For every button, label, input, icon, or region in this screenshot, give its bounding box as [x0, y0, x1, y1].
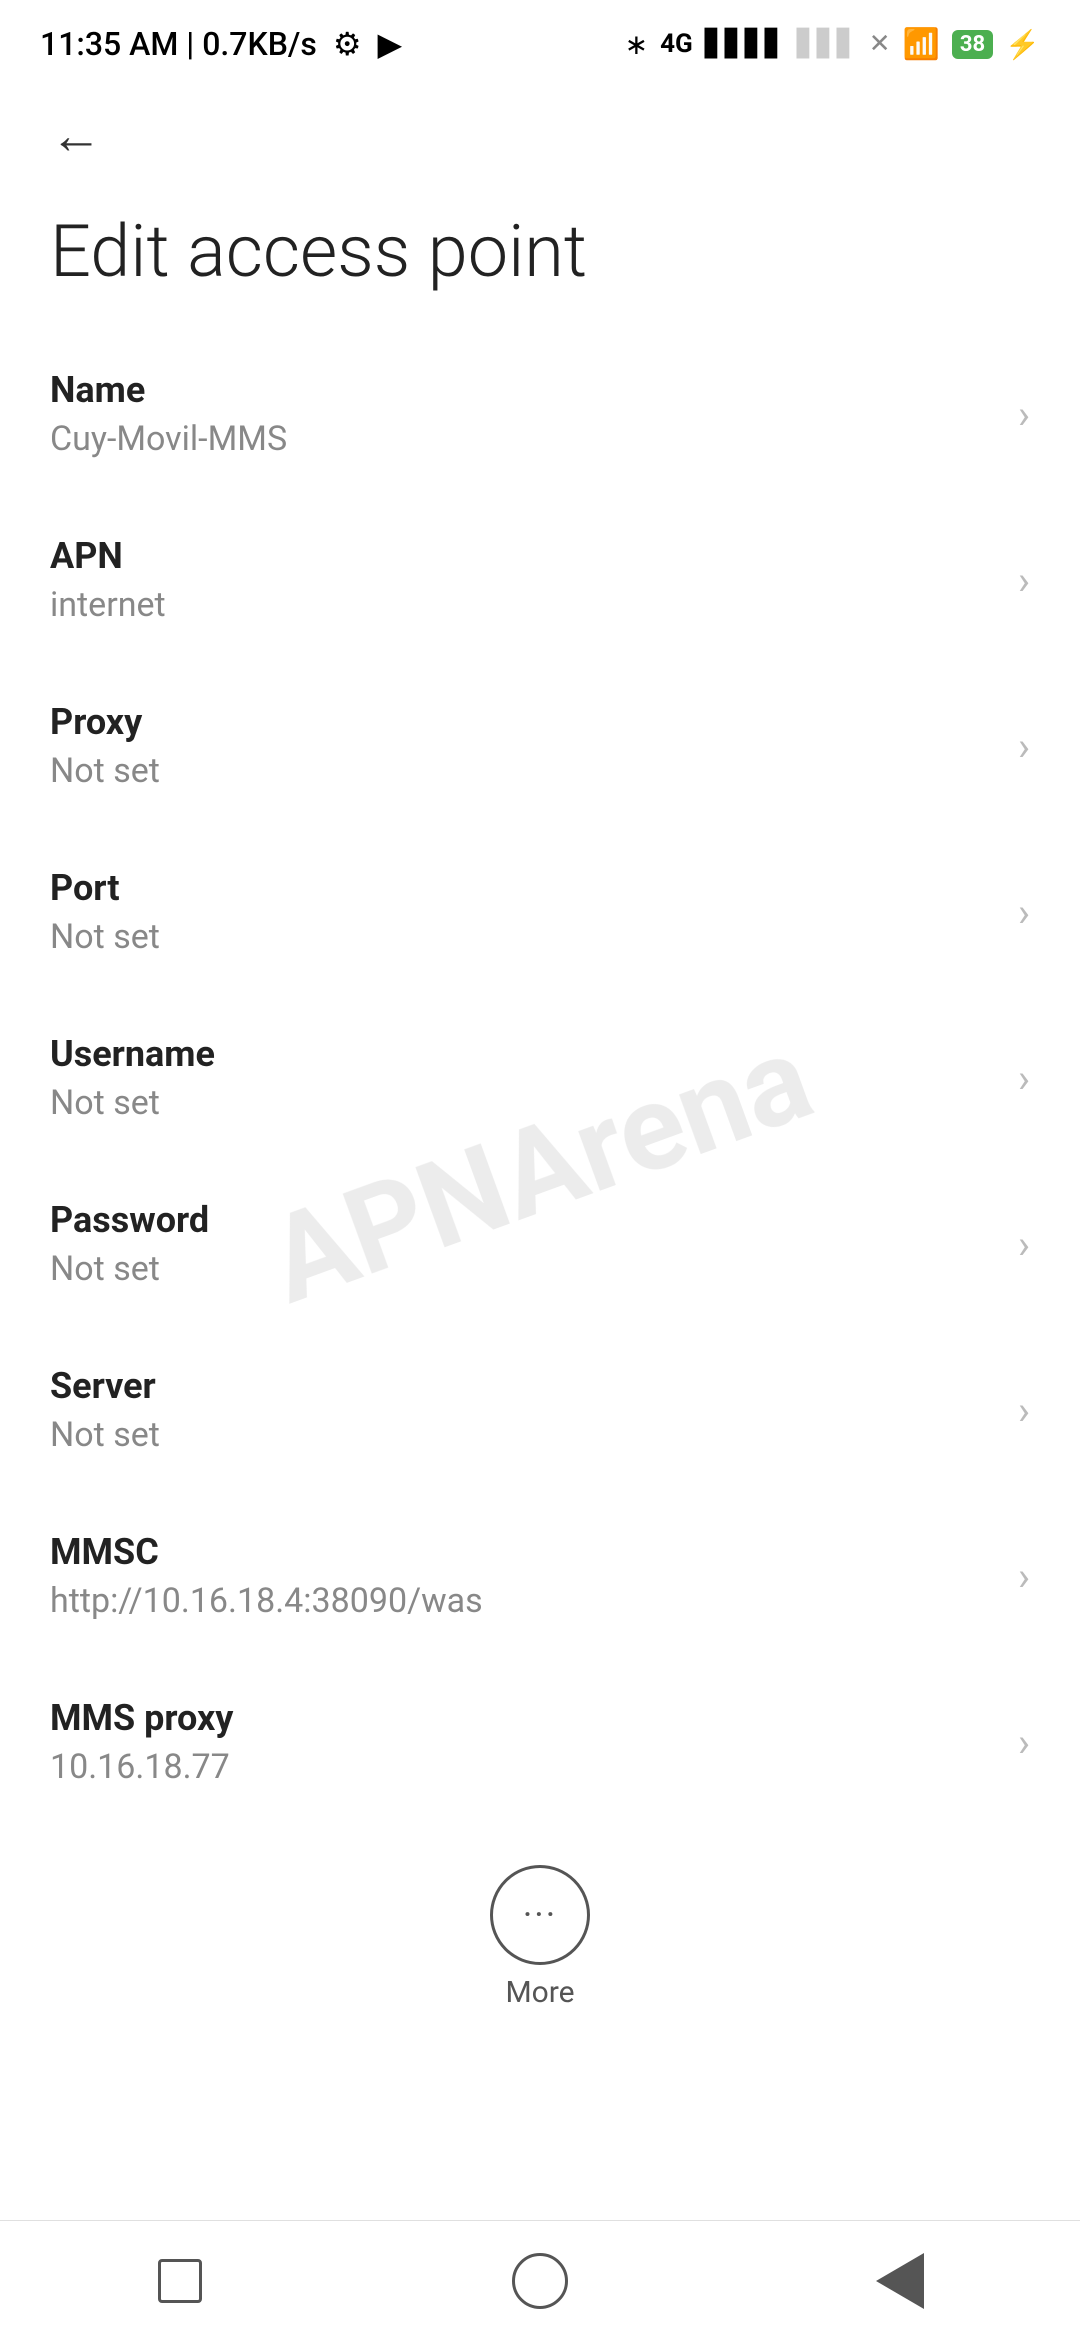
settings-list: Name Cuy-Movil-MMS › APN internet › Prox…	[0, 321, 1080, 1835]
settings-item-server[interactable]: Server Not set ›	[0, 1327, 1080, 1493]
settings-item-content: Name Cuy-Movil-MMS	[50, 369, 998, 459]
settings-item-content: Server Not set	[50, 1365, 998, 1455]
settings-item-label: MMSC	[50, 1531, 998, 1573]
battery-level: 38	[952, 30, 993, 59]
home-icon	[512, 2253, 568, 2309]
status-bar: 11:35 AM | 0.7KB/s ⚙ ▶ ∗ 4G ▋▋▋▋ ▋▋▋ ✕ 📶…	[0, 0, 1080, 80]
settings-item-name[interactable]: Name Cuy-Movil-MMS ›	[0, 331, 1080, 497]
chevron-right-icon: ›	[1018, 723, 1030, 770]
recents-button[interactable]	[140, 2241, 220, 2321]
settings-item-label: Proxy	[50, 701, 998, 743]
charging-icon: ⚡	[1005, 28, 1040, 61]
more-section: ··· More	[0, 1835, 1080, 2030]
chevron-right-icon: ›	[1018, 889, 1030, 936]
chevron-right-icon: ›	[1018, 1221, 1030, 1268]
settings-item-label: MMS proxy	[50, 1697, 998, 1739]
chevron-right-icon: ›	[1018, 1387, 1030, 1434]
back-nav-icon	[876, 2253, 924, 2309]
top-nav: ←	[0, 80, 1080, 172]
settings-item-value: Not set	[50, 1249, 998, 1289]
settings-item-mmsc[interactable]: MMSC http://10.16.18.4:38090/was ›	[0, 1493, 1080, 1659]
settings-item-content: MMSC http://10.16.18.4:38090/was	[50, 1531, 998, 1621]
settings-item-value: Not set	[50, 1415, 998, 1455]
wifi-icon: 📶	[903, 27, 940, 62]
settings-icon: ⚙	[333, 25, 362, 63]
settings-item-value: Not set	[50, 1083, 998, 1123]
settings-item-content: Password Not set	[50, 1199, 998, 1289]
back-nav-button[interactable]	[860, 2241, 940, 2321]
recents-icon	[158, 2259, 202, 2303]
settings-item-value: 10.16.18.77	[50, 1747, 998, 1787]
settings-item-content: Username Not set	[50, 1033, 998, 1123]
settings-item-label: APN	[50, 535, 998, 577]
settings-item-password[interactable]: Password Not set ›	[0, 1161, 1080, 1327]
settings-item-label: Username	[50, 1033, 998, 1075]
bottom-nav	[0, 2220, 1080, 2340]
signal-4g-icon: 4G	[660, 29, 693, 59]
page-title: Edit access point	[50, 212, 1030, 291]
settings-item-label: Port	[50, 867, 998, 909]
bluetooth-icon: ∗	[625, 28, 648, 61]
status-time: 11:35 AM | 0.7KB/s ⚙ ▶	[40, 25, 402, 63]
cross-icon: ✕	[869, 29, 891, 59]
page-title-section: Edit access point	[0, 172, 1080, 321]
settings-item-content: APN internet	[50, 535, 998, 625]
status-icons: ∗ 4G ▋▋▋▋ ▋▋▋ ✕ 📶 38 ⚡	[625, 27, 1040, 62]
settings-item-username[interactable]: Username Not set ›	[0, 995, 1080, 1161]
settings-item-proxy[interactable]: Proxy Not set ›	[0, 663, 1080, 829]
video-icon: ▶	[378, 25, 403, 63]
chevron-right-icon: ›	[1018, 557, 1030, 604]
settings-item-label: Server	[50, 1365, 998, 1407]
settings-item-content: Port Not set	[50, 867, 998, 957]
settings-item-value: internet	[50, 585, 998, 625]
signal-bars-icon: ▋▋▋▋	[705, 29, 785, 59]
settings-item-value: http://10.16.18.4:38090/was	[50, 1581, 998, 1621]
chevron-right-icon: ›	[1018, 1553, 1030, 1600]
home-button[interactable]	[500, 2241, 580, 2321]
chevron-right-icon: ›	[1018, 1055, 1030, 1102]
back-arrow-icon: ←	[50, 110, 102, 162]
settings-item-content: MMS proxy 10.16.18.77	[50, 1697, 998, 1787]
chevron-right-icon: ›	[1018, 391, 1030, 438]
settings-item-content: Proxy Not set	[50, 701, 998, 791]
settings-item-value: Not set	[50, 917, 998, 957]
settings-item-label: Password	[50, 1199, 998, 1241]
settings-item-label: Name	[50, 369, 998, 411]
settings-item-value: Cuy-Movil-MMS	[50, 419, 998, 459]
back-button[interactable]: ←	[50, 110, 102, 162]
settings-item-mms-proxy[interactable]: MMS proxy 10.16.18.77 ›	[0, 1659, 1080, 1825]
settings-item-apn[interactable]: APN internet ›	[0, 497, 1080, 663]
more-dots-icon: ···	[523, 1897, 557, 1933]
more-label: More	[505, 1975, 574, 2010]
time-speed-text: 11:35 AM | 0.7KB/s	[40, 25, 317, 63]
signal-bars2-icon: ▋▋▋	[797, 29, 857, 59]
settings-item-value: Not set	[50, 751, 998, 791]
more-button[interactable]: ···	[490, 1865, 590, 1965]
settings-item-port[interactable]: Port Not set ›	[0, 829, 1080, 995]
chevron-right-icon: ›	[1018, 1719, 1030, 1766]
